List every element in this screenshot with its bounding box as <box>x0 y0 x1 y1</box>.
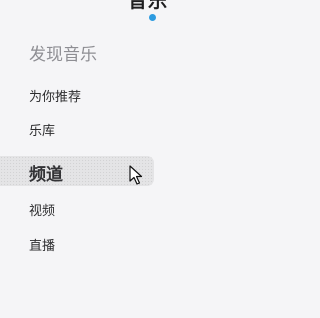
sidebar-item-label: 乐库 <box>29 124 56 139</box>
sidebar-item-live[interactable]: 直播 <box>0 229 154 259</box>
sidebar-item-label: 为你推荐 <box>29 90 82 105</box>
update-indicator-dot <box>149 14 156 21</box>
sidebar-item-videos[interactable]: 视频 <box>0 194 154 224</box>
sidebar-item-label: 频道 <box>29 165 63 185</box>
page-title: 音乐 <box>128 0 169 12</box>
arrow-pointer-icon <box>129 165 143 185</box>
sidebar-item-recommend[interactable]: 为你推荐 <box>0 80 154 110</box>
sidebar-item-label: 直播 <box>29 239 56 254</box>
sidebar-item-label: 视频 <box>29 204 56 219</box>
sidebar-item-library[interactable]: 乐库 <box>0 114 154 144</box>
section-title-discover-music: 发现音乐 <box>29 45 97 65</box>
